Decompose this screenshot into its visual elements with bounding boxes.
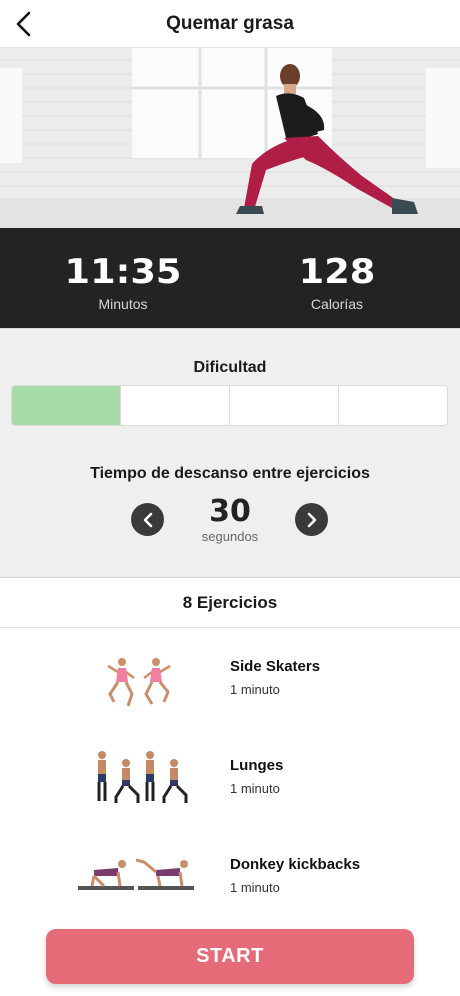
exercises-count: 8 Ejercicios	[182, 592, 278, 612]
exercise-duration: 1 minuto	[230, 682, 280, 697]
duration-label: Minutos	[98, 296, 148, 312]
difficulty-level-4[interactable]	[339, 386, 447, 425]
exercise-item-side-skaters[interactable]: Side Skaters 1 minuto	[0, 628, 460, 723]
exercise-item-lunges[interactable]: Lunges 1 minuto	[0, 727, 460, 822]
exercise-name: Side Skaters	[230, 658, 321, 675]
exercise-duration: 1 minuto	[230, 781, 280, 796]
exercise-name: Donkey kickbacks	[230, 856, 361, 873]
rest-decrease-button[interactable]	[131, 503, 164, 536]
exercise-thumbnail	[107, 658, 171, 707]
difficulty-selector[interactable]	[11, 385, 448, 426]
page-title: Quemar grasa	[166, 12, 294, 34]
rest-time-display: 30 segundos	[180, 494, 280, 545]
chevron-right-circle-icon	[307, 512, 316, 527]
exercise-thumbnail	[78, 858, 194, 890]
start-button[interactable]: START	[46, 929, 414, 984]
chevron-left-icon	[16, 11, 31, 37]
rest-time-title: Tiempo de descanso entre ejercicios	[90, 465, 370, 482]
workout-stats: 11:35 Minutos 128 Calorías	[0, 228, 460, 328]
rest-time-stepper: 30 segundos	[0, 495, 460, 545]
difficulty-level-3[interactable]	[230, 386, 339, 425]
calories-label: Calorías	[310, 296, 364, 312]
calories-value: 128	[298, 252, 376, 292]
duration-stat: 11:35 Minutos	[53, 252, 193, 312]
exercise-item-donkey-kickbacks[interactable]: Donkey kickbacks 1 minuto	[0, 826, 460, 921]
duration-value: 11:35	[64, 252, 182, 292]
exercise-thumbnail	[97, 751, 188, 803]
rest-increase-button[interactable]	[295, 503, 328, 536]
exercise-duration: 1 minuto	[230, 880, 280, 895]
rest-time-unit: segundos	[201, 529, 259, 544]
workout-settings: Dificultad Tiempo de descanso entre ejer…	[0, 328, 460, 578]
difficulty-title: Dificultad	[193, 359, 267, 376]
exercise-name: Lunges	[230, 757, 284, 774]
chevron-left-circle-icon	[143, 512, 152, 527]
top-bar: Quemar grasa	[0, 0, 460, 48]
exercises-header: 8 Ejercicios	[0, 578, 460, 628]
rest-time-value: 30	[209, 494, 251, 529]
difficulty-level-2[interactable]	[121, 386, 230, 425]
calories-stat: 128 Calorías	[267, 252, 407, 312]
back-button[interactable]	[8, 8, 40, 40]
hero-image	[0, 48, 460, 228]
start-button-label: START	[196, 945, 264, 967]
exercise-list: Side Skaters 1 minuto Lunges 1 minuto Do…	[0, 628, 460, 918]
difficulty-level-1[interactable]	[12, 386, 121, 425]
